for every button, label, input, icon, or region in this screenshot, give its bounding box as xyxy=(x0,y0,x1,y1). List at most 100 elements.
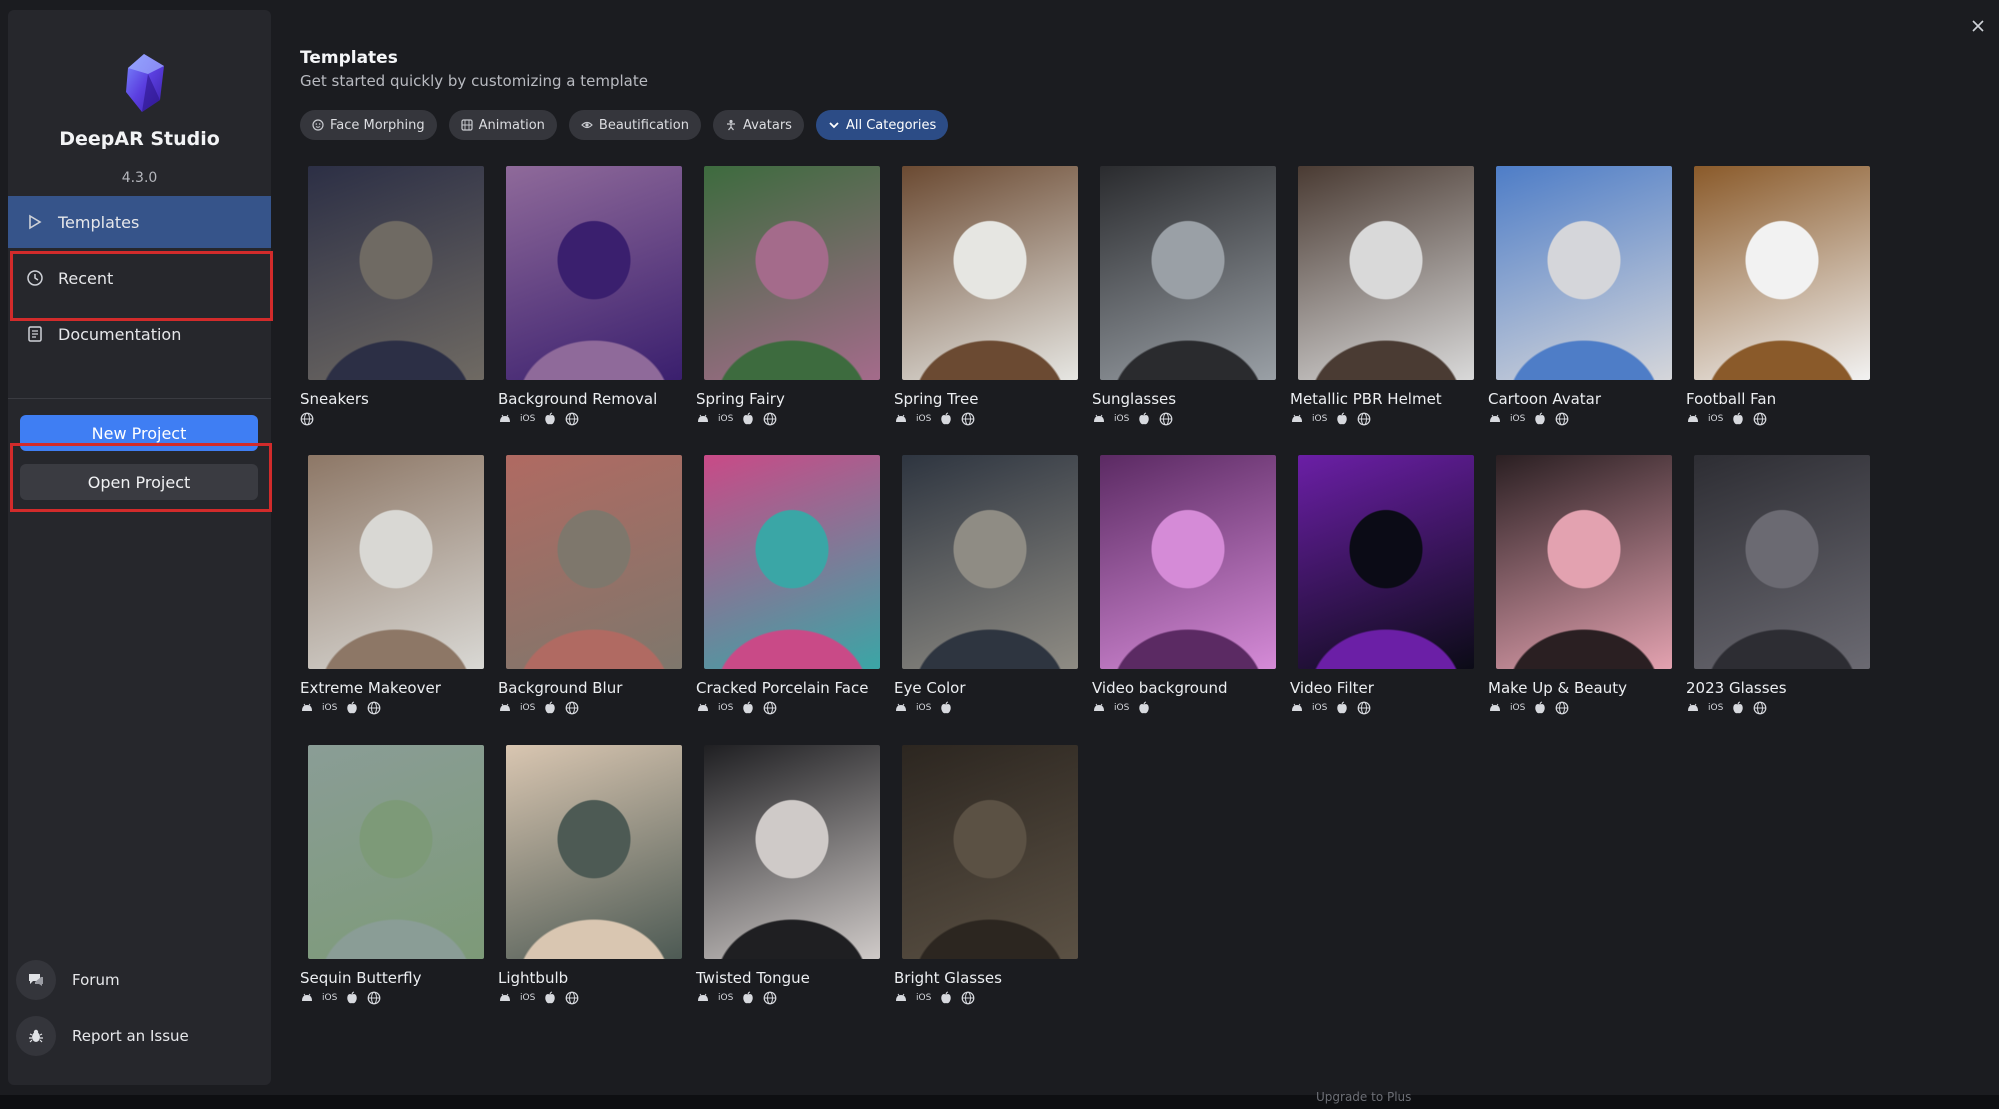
template-card[interactable]: Sequin Butterfly iOS xyxy=(300,745,484,1005)
template-card[interactable]: Background Removal iOS xyxy=(498,166,682,426)
android-icon xyxy=(300,701,314,715)
ios-label: iOS xyxy=(718,993,734,1003)
template-thumbnail xyxy=(1694,455,1870,669)
platform-icons: iOS xyxy=(1488,412,1569,426)
platform-icons: iOS xyxy=(1488,701,1569,715)
apple-icon xyxy=(543,701,557,715)
app-name: DeepAR Studio xyxy=(59,128,220,150)
web-icon xyxy=(565,991,579,1005)
upgrade-link[interactable]: Upgrade to Plus xyxy=(1316,1090,1411,1104)
sidebar-divider xyxy=(8,398,271,399)
template-card[interactable]: Bright Glasses iOS xyxy=(894,745,1078,1005)
filter-beautification[interactable]: Beautification xyxy=(568,110,701,140)
template-name: Metallic PBR Helmet xyxy=(1290,390,1442,408)
web-icon xyxy=(1753,412,1767,426)
apple-icon xyxy=(1137,412,1151,426)
android-icon xyxy=(498,412,512,426)
template-thumbnail xyxy=(308,745,484,959)
filter-face-morphing[interactable]: Face Morphing xyxy=(300,110,437,140)
web-icon xyxy=(1357,412,1371,426)
deepar-logo-icon xyxy=(126,54,164,112)
template-card[interactable]: 2023 Glasses iOS xyxy=(1686,455,1870,715)
app-version: 4.3.0 xyxy=(121,170,158,186)
template-card[interactable]: Lightbulb iOS xyxy=(498,745,682,1005)
template-card[interactable]: Twisted Tongue iOS xyxy=(696,745,880,1005)
template-card[interactable]: Sunglasses iOS xyxy=(1092,166,1276,426)
template-thumbnail xyxy=(902,455,1078,669)
template-card[interactable]: Spring Tree iOS xyxy=(894,166,1078,426)
web-icon xyxy=(763,412,777,426)
template-card[interactable]: Background Blur iOS xyxy=(498,455,682,715)
web-icon xyxy=(300,412,314,426)
face-icon xyxy=(312,119,324,131)
ios-label: iOS xyxy=(916,993,932,1003)
platform-icons: iOS xyxy=(498,701,579,715)
sidebar: DeepAR Studio 4.3.0 Templates Recent Doc… xyxy=(8,10,271,1085)
filter-animation-label: Animation xyxy=(478,117,545,133)
template-name: Make Up & Beauty xyxy=(1488,679,1627,697)
ios-label: iOS xyxy=(1114,703,1130,713)
template-card[interactable]: Video background iOS xyxy=(1092,455,1276,714)
platform-icons: iOS xyxy=(894,701,953,715)
android-icon xyxy=(498,991,512,1005)
android-icon xyxy=(894,991,908,1005)
android-icon xyxy=(1290,701,1304,715)
filter-animation[interactable]: Animation xyxy=(448,110,557,140)
report-issue-link[interactable]: Report an Issue xyxy=(16,1016,189,1056)
android-icon xyxy=(1686,412,1700,426)
platform-icons: iOS xyxy=(1290,701,1371,715)
template-name: Bright Glasses xyxy=(894,969,1002,987)
clock-icon xyxy=(27,270,43,286)
template-name: 2023 Glasses xyxy=(1686,679,1787,697)
page-title: Templates xyxy=(300,48,398,68)
apple-icon xyxy=(1533,412,1547,426)
template-name: Background Blur xyxy=(498,679,623,697)
apple-icon xyxy=(1731,701,1745,715)
template-thumbnail xyxy=(1694,166,1870,380)
android-icon xyxy=(1488,412,1502,426)
open-project-button[interactable]: Open Project xyxy=(20,464,258,500)
template-thumbnail xyxy=(308,455,484,669)
ios-label: iOS xyxy=(322,703,338,713)
platform-icons: iOS xyxy=(894,412,975,426)
android-icon xyxy=(1290,412,1304,426)
ios-label: iOS xyxy=(322,993,338,1003)
template-thumbnail xyxy=(506,745,682,959)
nav-documentation[interactable]: Documentation xyxy=(8,308,271,360)
web-icon xyxy=(367,991,381,1005)
web-icon xyxy=(961,991,975,1005)
android-icon xyxy=(1686,701,1700,715)
filter-all-categories[interactable]: All Categories xyxy=(815,110,949,140)
template-thumbnail xyxy=(1496,166,1672,380)
android-icon xyxy=(696,991,710,1005)
template-card[interactable]: Make Up & Beauty iOS xyxy=(1488,455,1672,715)
template-card[interactable]: Metallic PBR Helmet iOS xyxy=(1290,166,1474,426)
apple-icon xyxy=(543,412,557,426)
nav-templates[interactable]: Templates xyxy=(8,196,271,248)
template-card[interactable]: Video Filter iOS xyxy=(1290,455,1474,715)
template-card[interactable]: Cartoon Avatar iOS xyxy=(1488,166,1672,426)
ios-label: iOS xyxy=(1114,414,1130,424)
web-icon xyxy=(367,701,381,715)
android-icon xyxy=(894,701,908,715)
template-card[interactable]: Cracked Porcelain Face iOS xyxy=(696,455,880,715)
web-icon xyxy=(1555,412,1569,426)
template-thumbnail xyxy=(902,166,1078,380)
new-project-button[interactable]: New Project xyxy=(20,415,258,451)
template-name: Video Filter xyxy=(1290,679,1374,697)
ios-label: iOS xyxy=(1312,703,1328,713)
template-card[interactable]: Sneakers xyxy=(300,166,484,426)
forum-link[interactable]: Forum xyxy=(16,960,120,1000)
android-icon xyxy=(1488,701,1502,715)
template-card[interactable]: Spring Fairy iOS xyxy=(696,166,880,426)
filter-avatars[interactable]: Avatars xyxy=(712,110,804,140)
template-name: Football Fan xyxy=(1686,390,1777,408)
template-card[interactable]: Football Fan iOS xyxy=(1686,166,1870,426)
platform-icons: iOS xyxy=(300,701,381,715)
nav-recent[interactable]: Recent xyxy=(8,252,271,304)
ios-label: iOS xyxy=(916,414,932,424)
template-card[interactable]: Extreme Makeover iOS xyxy=(300,455,484,715)
close-button[interactable] xyxy=(1966,14,1990,38)
template-card[interactable]: Eye Color iOS xyxy=(894,455,1078,714)
platform-icons: iOS xyxy=(300,991,381,1005)
